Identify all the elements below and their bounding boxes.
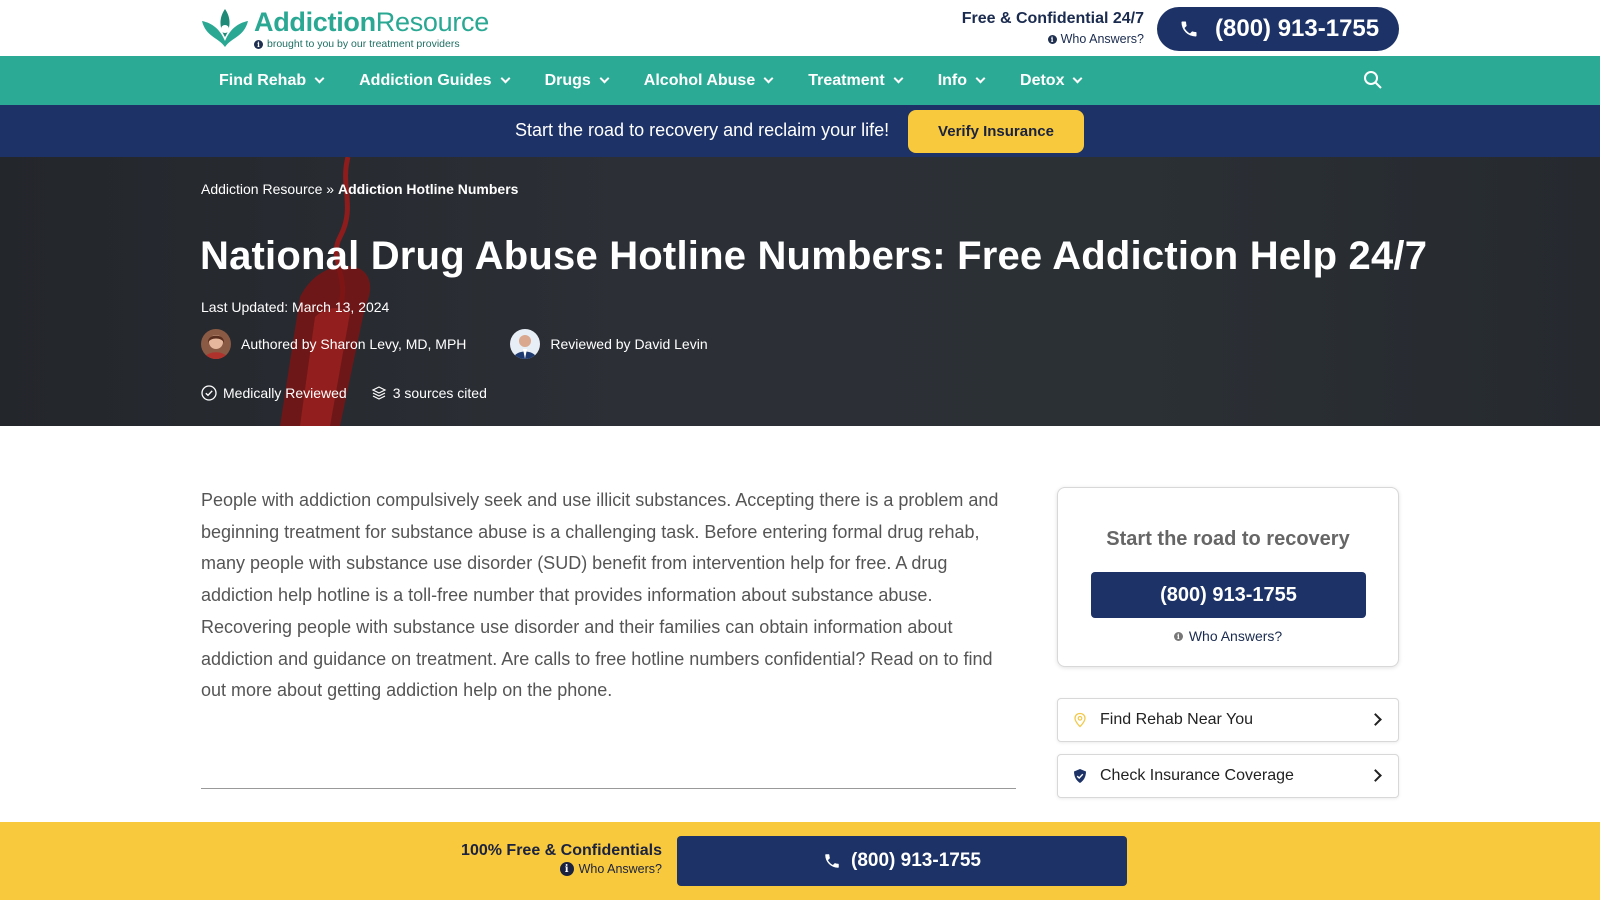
article-intro: People with addiction compulsively seek … [201, 490, 999, 701]
who-answers-link[interactable]: i Who Answers? [962, 32, 1144, 46]
sticky-free-label: 100% Free & Confidentials [461, 842, 662, 859]
header-phone-number: (800) 913-1755 [1215, 15, 1380, 42]
phone-icon [825, 854, 839, 868]
breadcrumb-root-link[interactable]: Addiction Resource [201, 181, 322, 197]
info-icon: i [254, 39, 263, 49]
site-logo[interactable]: AddictionResource i brought to you by our… [200, 7, 489, 50]
page-title: National Drug Abuse Hotline Numbers: Fre… [200, 234, 1428, 278]
layers-icon [371, 386, 387, 400]
recovery-cta-card: Start the road to recovery (800) 913-175… [1057, 487, 1399, 667]
phone-icon [1181, 21, 1197, 37]
chevron-down-icon [893, 73, 904, 84]
article-meta: Medically Reviewed 3 sources cited [201, 385, 511, 401]
logo-leaf-icon [202, 9, 248, 47]
sources-cited-link[interactable]: 3 sources cited [371, 385, 487, 401]
header-phone-button[interactable]: (800) 913-1755 [1157, 7, 1399, 51]
logo-tagline: i brought to you by our treatment provide… [254, 38, 489, 50]
info-icon: i [1047, 34, 1057, 44]
nav-item-info[interactable]: Info [938, 72, 986, 90]
chevron-right-icon [1369, 713, 1382, 726]
info-icon: i [1173, 631, 1183, 641]
nav-item-drugs[interactable]: Drugs [545, 72, 610, 90]
breadcrumb-current: Addiction Hotline Numbers [337, 181, 519, 197]
last-updated: Last Updated: March 13, 2024 [201, 299, 390, 315]
search-icon[interactable] [1363, 70, 1383, 90]
info-icon: i [559, 862, 574, 876]
site-header: AddictionResource i brought to you by our… [0, 0, 1600, 56]
card-title: Start the road to recovery [1106, 528, 1350, 550]
check-circle-icon [201, 385, 217, 401]
logo-name: AddictionResource [254, 7, 489, 37]
header-contact: Free & Confidential 24/7 i Who Answers? [962, 10, 1144, 46]
chevron-down-icon [763, 73, 774, 84]
reviewer-name[interactable]: Reviewed by David Levin [550, 336, 707, 352]
breadcrumb-separator: » [322, 181, 338, 197]
author-row: Authored by Sharon Levy, MD, MPH Reviewe… [201, 329, 752, 359]
nav-item-find-rehab[interactable]: Find Rehab [219, 72, 325, 90]
sticky-call-bar: 100% Free & Confidentials i Who Answers? … [0, 822, 1600, 900]
free-confidential-label: Free & Confidential 24/7 [961, 10, 1144, 27]
medically-reviewed-badge: Medically Reviewed [201, 385, 347, 401]
find-rehab-near-you-link[interactable]: Find Rehab Near You [1057, 698, 1399, 742]
verify-insurance-button[interactable]: Verify Insurance [908, 110, 1084, 153]
sticky-phone-button[interactable]: (800) 913-1755 [677, 836, 1127, 886]
location-pin-icon [1074, 712, 1086, 728]
chevron-down-icon [599, 73, 610, 84]
nav-item-treatment[interactable]: Treatment [808, 72, 904, 90]
reviewer-avatar[interactable] [510, 329, 541, 359]
main-nav: Find Rehab Addiction Guides Drugs Alcoho… [0, 56, 1600, 105]
nav-item-addiction-guides[interactable]: Addiction Guides [359, 72, 511, 90]
card-who-answers-link[interactable]: i Who Answers? [1058, 628, 1398, 644]
nav-item-detox[interactable]: Detox [1020, 72, 1083, 90]
promo-banner: Start the road to recovery and reclaim y… [0, 105, 1600, 157]
check-insurance-coverage-link[interactable]: Check Insurance Coverage [1057, 754, 1399, 798]
chevron-down-icon [500, 73, 511, 84]
sticky-phone-number: (800) 913-1755 [851, 850, 981, 871]
chevron-down-icon [975, 73, 986, 84]
chevron-down-icon [1073, 73, 1083, 84]
author-avatar[interactable] [201, 329, 231, 359]
content-divider [201, 788, 1016, 789]
card-phone-button[interactable]: (800) 913-1755 [1091, 572, 1366, 618]
sticky-who-answers-link[interactable]: i Who Answers? [461, 862, 662, 876]
banner-text: Start the road to recovery and reclaim y… [515, 120, 890, 140]
breadcrumb: Addiction Resource » Addiction Hotline N… [201, 181, 518, 197]
hero-section: Addiction Resource » Addiction Hotline N… [0, 157, 1600, 426]
nav-item-alcohol-abuse[interactable]: Alcohol Abuse [644, 72, 774, 90]
author-name[interactable]: Authored by Sharon Levy, MD, MPH [241, 336, 466, 352]
shield-check-icon [1074, 769, 1086, 783]
chevron-down-icon [314, 73, 325, 84]
chevron-right-icon [1369, 769, 1382, 782]
